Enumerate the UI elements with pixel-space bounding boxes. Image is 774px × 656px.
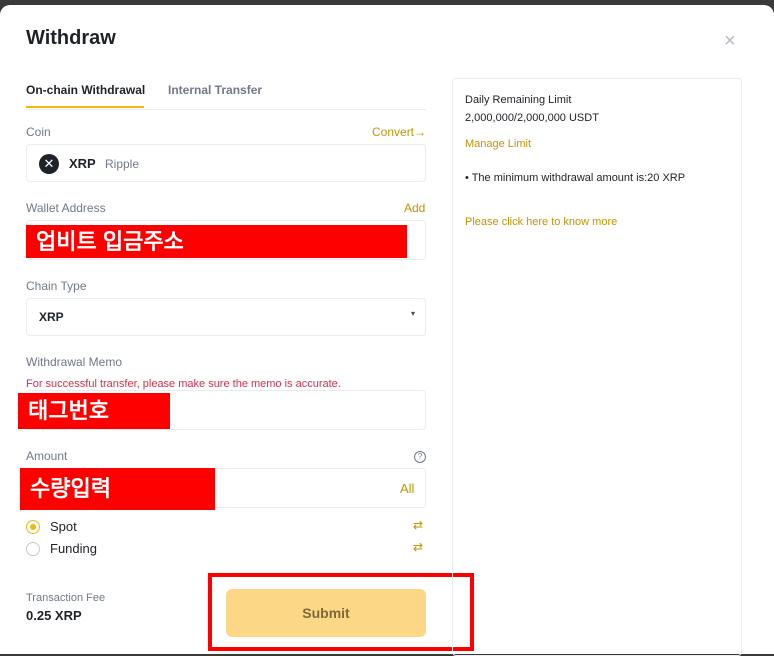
wallet-address-label: Wallet Address bbox=[26, 201, 106, 215]
daily-limit-title: Daily Remaining Limit bbox=[465, 94, 572, 106]
wallet-address-annotation: 업비트 입금주소 bbox=[26, 225, 407, 258]
active-tab-indicator bbox=[26, 106, 144, 108]
transaction-fee-label: Transaction Fee bbox=[26, 592, 106, 604]
coin-label: Coin bbox=[26, 125, 51, 139]
know-more-link[interactable]: Please click here to know more bbox=[465, 216, 617, 228]
chain-type-label: Chain Type bbox=[26, 279, 87, 293]
submit-highlight-box bbox=[208, 573, 474, 651]
manage-limit-link[interactable]: Manage Limit bbox=[465, 138, 531, 150]
spot-radio[interactable] bbox=[26, 520, 40, 534]
amount-annotation: 수량입력 bbox=[20, 468, 215, 510]
memo-annotation: 태그번호 bbox=[18, 393, 170, 429]
dialog-title: Withdraw bbox=[26, 27, 116, 49]
spot-transfer-icon[interactable]: ⇄ bbox=[413, 518, 423, 532]
add-address-link[interactable]: Add bbox=[404, 201, 425, 215]
limit-info-panel: Daily Remaining Limit 2,000,000/2,000,00… bbox=[452, 78, 742, 656]
xrp-coin-icon: ✕ bbox=[39, 154, 59, 174]
withdrawal-memo-label: Withdrawal Memo bbox=[26, 355, 123, 369]
withdraw-tabs: On-chain Withdrawal Internal Transfer bbox=[26, 77, 426, 110]
funding-transfer-icon[interactable]: ⇄ bbox=[413, 540, 423, 554]
chevron-down-icon: ▾ bbox=[410, 309, 415, 318]
coin-select[interactable]: ✕ XRP Ripple bbox=[26, 144, 426, 182]
coin-symbol: XRP bbox=[69, 156, 96, 171]
minimum-withdrawal-note: • The minimum withdrawal amount is:20 XR… bbox=[465, 172, 686, 184]
coin-name: Ripple bbox=[105, 157, 140, 171]
transaction-fee-value: 0.25 XRP bbox=[26, 608, 82, 623]
chain-type-select[interactable]: XRP ▾ bbox=[26, 298, 426, 336]
amount-label: Amount bbox=[26, 449, 68, 463]
all-amount-button[interactable]: All bbox=[400, 481, 414, 496]
funding-label: Funding bbox=[50, 541, 97, 556]
funding-radio[interactable] bbox=[26, 542, 40, 556]
convert-link[interactable]: Convert→ bbox=[372, 125, 426, 139]
spot-label: Spot bbox=[50, 519, 77, 534]
help-icon[interactable]: ? bbox=[414, 451, 426, 463]
tab-internal-transfer[interactable]: Internal Transfer bbox=[168, 83, 262, 97]
memo-warning: For successful transfer, please make sur… bbox=[26, 378, 341, 390]
close-icon[interactable]: × bbox=[724, 31, 744, 51]
withdraw-dialog: Withdraw × On-chain Withdrawal Internal … bbox=[0, 5, 774, 656]
daily-limit-value: 2,000,000/2,000,000 USDT bbox=[465, 112, 599, 124]
tab-on-chain-withdrawal[interactable]: On-chain Withdrawal bbox=[26, 83, 145, 97]
chain-type-value: XRP bbox=[39, 310, 64, 324]
